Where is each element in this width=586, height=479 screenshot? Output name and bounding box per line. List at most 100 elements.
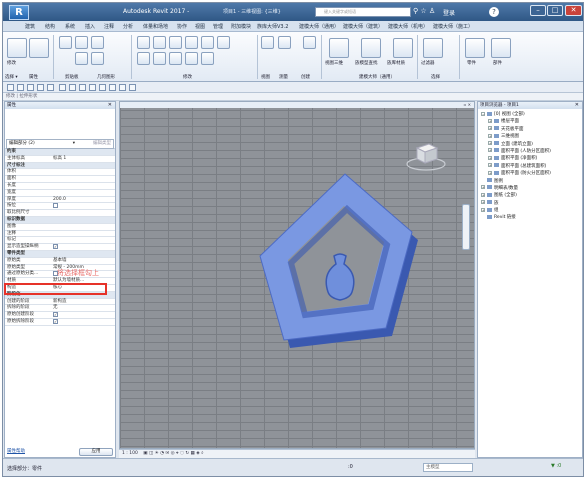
revit-app-icon[interactable]: R [9,5,29,20]
3d-view-canvas[interactable]: ▫ ✕ [119,101,475,449]
cut-geometry-button[interactable] [91,52,104,65]
pin-button[interactable] [201,52,214,65]
property-value[interactable]: 基本墙 [53,258,67,264]
tree-node[interactable]: Revit 链接 [478,214,582,221]
move-button[interactable] [137,52,150,65]
tab-modeling-construction[interactable]: 建模大师（施工） [433,23,473,30]
tree-node[interactable]: + 面积平面 (人防分区面积) [478,148,582,155]
tree-node[interactable]: 图例 [478,178,582,185]
tree-node[interactable]: + 天花板平面 [478,126,582,133]
paste-button[interactable] [59,36,72,49]
tab-architecture[interactable]: 建筑 [25,23,35,30]
expand-toggle-icon[interactable]: − [481,111,485,116]
tab-collaborate[interactable]: 协作 [177,23,187,30]
trim-button[interactable] [169,52,182,65]
maximize-button[interactable]: □ [547,5,563,16]
view-button[interactable] [261,36,274,49]
redo-icon[interactable] [37,84,44,91]
login-button[interactable]: 登录 [443,8,455,17]
tree-node[interactable]: + 楼层平面 [478,118,582,125]
property-checkbox[interactable]: ✓ [53,312,58,318]
array-button[interactable] [185,52,198,65]
property-value[interactable]: ✓ [53,318,58,326]
group-label-select[interactable]: 选择 ▾ [5,74,18,80]
tab-annotate[interactable]: 注释 [104,23,114,30]
tab-family-library[interactable]: 族库大师V3.2 [257,23,288,30]
tab-modeling-mep[interactable]: 建模大师（机电） [388,23,428,30]
expand-toggle-icon[interactable]: + [488,148,492,153]
view-scale[interactable]: 1 : 100 [122,451,138,456]
assembly-button[interactable] [491,38,511,58]
text-icon[interactable] [79,84,86,91]
tab-modeling-general[interactable]: 建模大师（通用） [299,23,339,30]
property-group[interactable]: 约束 [5,149,115,156]
expand-toggle-icon[interactable]: + [488,126,492,131]
close-hidden-icon[interactable] [119,84,126,91]
tree-node[interactable]: + 明细表/数量 [478,185,582,192]
expand-toggle-icon[interactable]: + [481,207,485,212]
tree-node[interactable]: + 组 [478,207,582,214]
expand-toggle-icon[interactable]: + [488,170,492,175]
property-value[interactable]: 新构造 [53,299,67,305]
property-group[interactable]: 零件类型 [5,250,115,258]
tree-node[interactable]: + 面积平面 (净面积) [478,155,582,162]
expand-toggle-icon[interactable]: + [481,192,485,197]
measure-button[interactable] [278,36,291,49]
tree-node[interactable]: + 族 [478,200,582,207]
navigation-bar[interactable] [462,204,470,250]
toolbar-icons[interactable]: ⚲ ☆ ♙ [413,7,435,15]
view-control-icons[interactable]: ▣ ◫ ☀ ◔ ✉ ◎ ⌖ ◌ ↻ ▦ ◈ ⌕ [143,451,203,456]
properties-help-link[interactable]: 属性帮助 [7,448,25,454]
tab-structure[interactable]: 结构 [45,23,55,30]
undo-icon[interactable] [27,84,34,91]
tree-node[interactable]: − [0] 视图 (全部) [478,111,582,118]
3d-view-icon[interactable] [89,84,96,91]
switch-windows-icon[interactable] [129,84,136,91]
tree-node[interactable]: + 三维视图 [478,133,582,140]
property-group[interactable]: 标识数据 [5,216,115,224]
minimize-button[interactable]: – [530,5,546,16]
tab-modeling-building[interactable]: 建模大师（建筑） [343,23,383,30]
expand-toggle-icon[interactable]: + [488,163,492,168]
properties-button[interactable] [29,38,49,58]
open-icon[interactable] [7,84,14,91]
property-value[interactable]: 无 [53,305,58,311]
view-3d-button[interactable] [329,38,349,58]
tree-node[interactable]: + 图纸 (全部) [478,192,582,199]
tab-systems[interactable]: 系统 [65,23,75,30]
chevron-down-icon[interactable]: ▾ [73,140,75,148]
filter-button[interactable] [423,38,443,58]
create-button[interactable] [303,36,316,49]
delete-button[interactable] [217,36,230,49]
tab-view[interactable]: 视图 [195,23,205,30]
parts-button[interactable] [465,38,485,58]
tab-analyze[interactable]: 分析 [123,23,133,30]
viewcube-icon[interactable] [405,136,447,172]
property-value[interactable]: 200.0 [53,197,66,203]
print-icon[interactable] [47,84,54,91]
filter-icon[interactable]: ▼ :0 [551,463,561,469]
expand-toggle-icon[interactable]: + [488,141,492,146]
dimension-icon[interactable] [69,84,76,91]
scale-button[interactable] [201,36,214,49]
family-material-button[interactable] [393,38,413,58]
expand-toggle-icon[interactable]: + [488,118,492,123]
copy-button[interactable] [75,52,88,65]
offset-button[interactable] [153,36,166,49]
modify-button[interactable] [7,38,27,58]
property-checkbox[interactable]: ✓ [53,244,58,250]
edit-type-button[interactable]: 编辑类型 [93,140,111,148]
save-icon[interactable] [17,84,24,91]
expand-toggle-icon[interactable]: + [481,185,485,190]
measure-icon[interactable] [59,84,66,91]
tab-addins[interactable]: 附加模块 [231,23,251,30]
model-filter-dropdown[interactable]: 主模型 [423,463,473,472]
expand-toggle-icon[interactable]: + [488,133,492,138]
tab-manage[interactable]: 管理 [213,23,223,30]
section-icon[interactable] [99,84,106,91]
tab-massing[interactable]: 体量和场地 [143,23,168,30]
family-model-button[interactable] [361,38,381,58]
split-button[interactable] [185,36,198,49]
type-selector-dropdown[interactable]: 编辑部分 (2) ▾ 编辑类型 [6,139,114,149]
close-icon[interactable]: ✕ [575,102,579,109]
